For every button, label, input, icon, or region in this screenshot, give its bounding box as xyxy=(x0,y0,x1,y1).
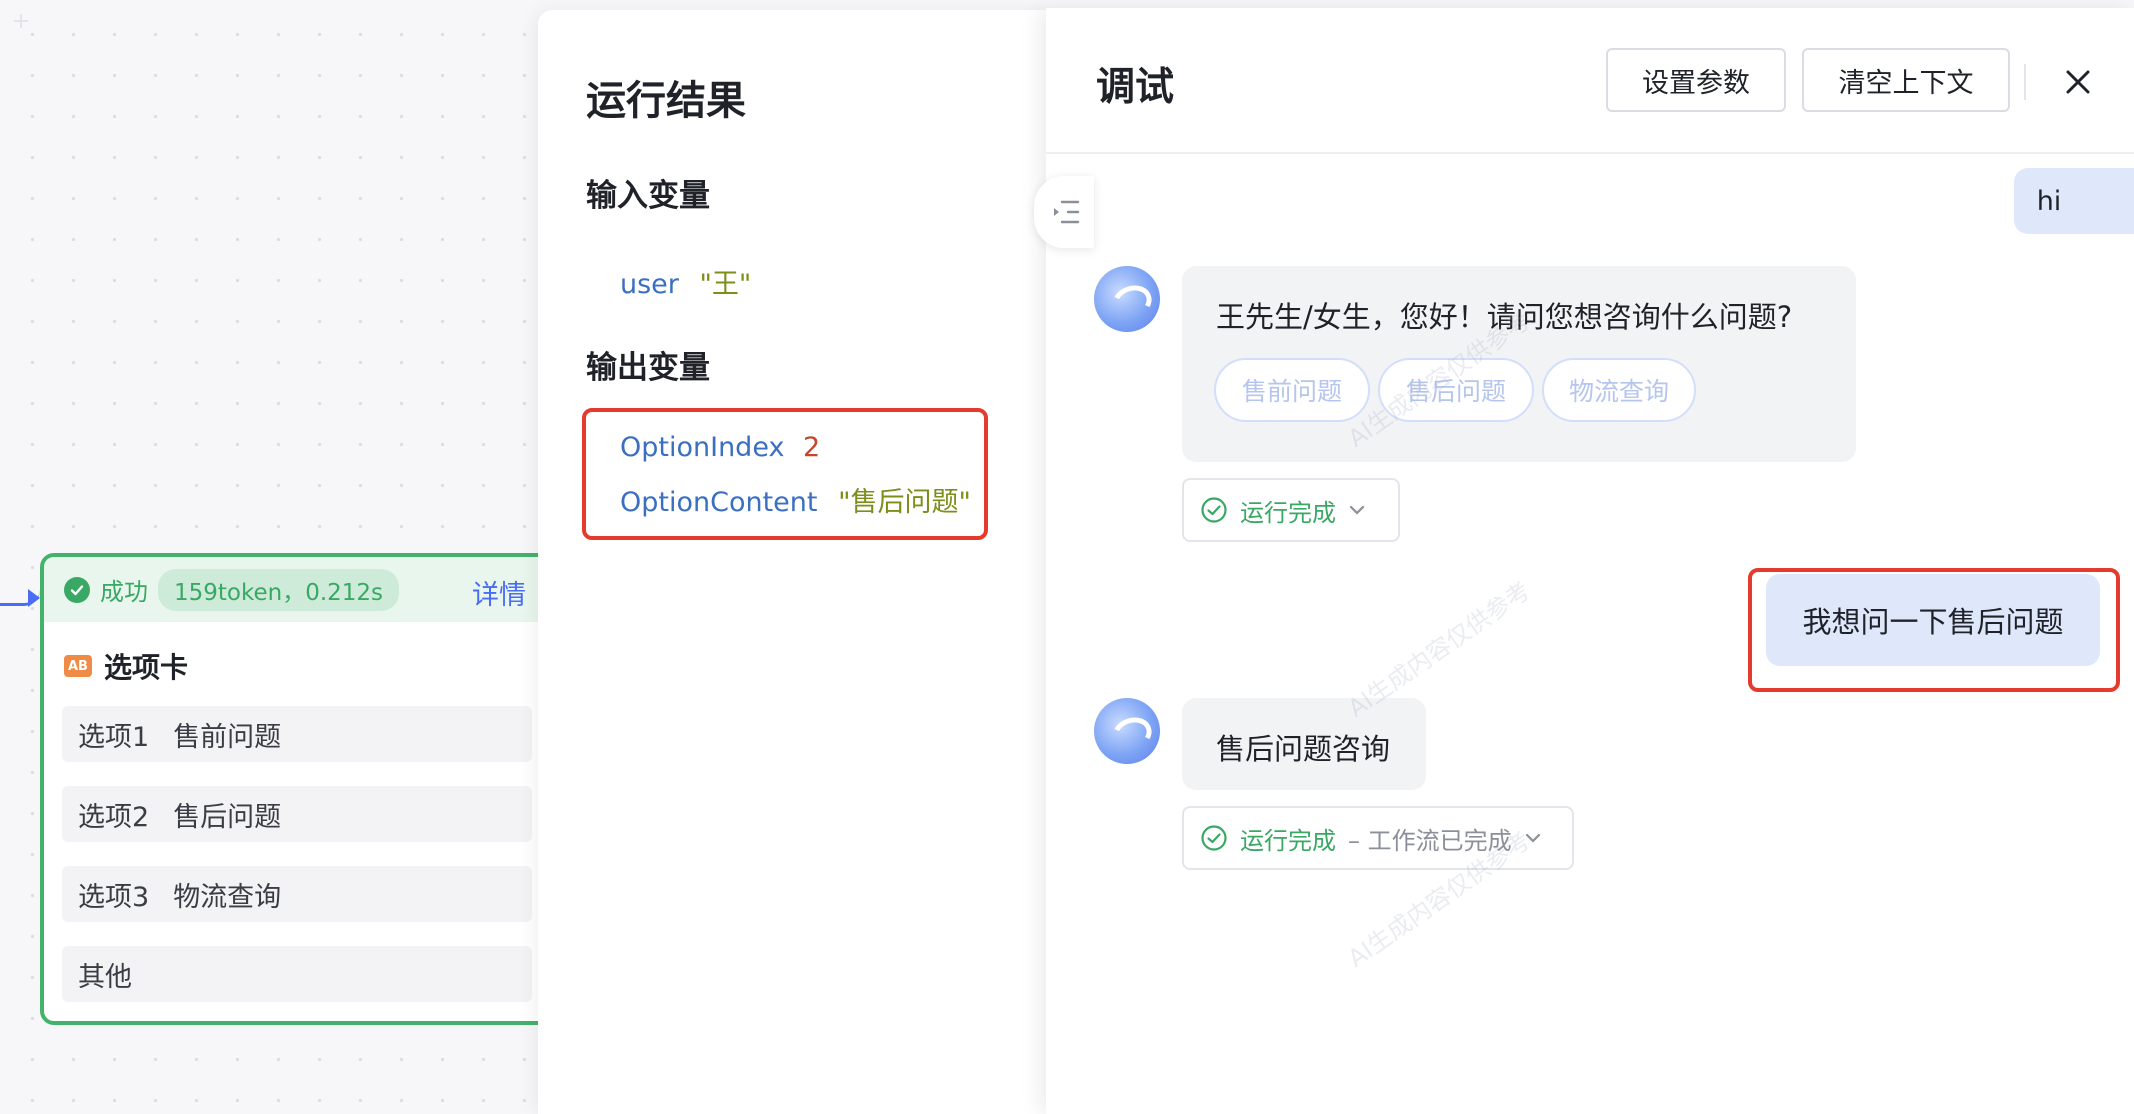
node-detail-link[interactable]: 详情 xyxy=(472,573,526,612)
close-icon[interactable] xyxy=(2060,64,2096,100)
option-node[interactable]: 成功 159token，0.212s 详情 AB 选项卡 选项1 售前问题 选项… xyxy=(40,553,560,1025)
clear-context-button[interactable]: 清空上下文 xyxy=(1802,48,2010,112)
node-option-row: 选项3 物流查询 xyxy=(62,866,532,922)
input-variable-row: user "王" xyxy=(620,262,751,301)
quick-reply-chip[interactable]: 售后问题 xyxy=(1378,358,1534,422)
bot-avatar xyxy=(1094,698,1160,764)
option-value: 售前问题 xyxy=(173,721,282,753)
node-option-row: 选项1 售前问题 xyxy=(62,706,532,762)
run-status-dropdown[interactable]: 运行完成 xyxy=(1182,478,1400,542)
run-status-dropdown[interactable]: 运行完成 – 工作流已完成 xyxy=(1182,806,1574,870)
node-status-bar: 成功 159token，0.212s 详情 xyxy=(44,557,556,622)
quick-reply-chip[interactable]: 售前问题 xyxy=(1214,358,1370,422)
bot-avatar xyxy=(1094,266,1160,332)
output-variables-heading: 输出变量 xyxy=(586,350,710,386)
panel-toggle-button[interactable] xyxy=(1034,176,1094,248)
node-header: AB 选项卡 xyxy=(44,622,556,686)
check-circle-icon xyxy=(1201,497,1227,523)
bot-message-text: 王先生/女生，您好！请问您想咨询什么问题? xyxy=(1216,300,1793,334)
bot-message-bubble: 王先生/女生，您好！请问您想咨询什么问题? 售前问题 售后问题 物流查询 xyxy=(1182,266,1856,462)
set-params-button[interactable]: 设置参数 xyxy=(1606,48,1786,112)
node-option-list: 选项1 售前问题 选项2 售后问题 选项3 物流查询 其他 xyxy=(44,706,556,1002)
user-message-text: hi xyxy=(2036,185,2062,217)
node-option-row: 其他 xyxy=(62,946,532,1002)
run-result-panel: 运行结果 输入变量 user "王" 输出变量 OptionIndex 2 Op… xyxy=(538,10,1048,1114)
edge-arrow-icon xyxy=(28,589,40,607)
option-label: 其他 xyxy=(78,961,132,993)
node-option-row: 选项2 售后问题 xyxy=(62,786,532,842)
option-value: 售后问题 xyxy=(173,801,282,833)
option-label: 选项3 xyxy=(78,881,150,913)
node-title: 选项卡 xyxy=(104,651,189,684)
variable-value: "王" xyxy=(699,269,752,300)
option-value: 物流查询 xyxy=(173,881,282,913)
message-highlight-box xyxy=(1748,568,2120,692)
node-status-text: 成功 xyxy=(100,578,148,606)
debug-header: 调试 设置参数 清空上下文 xyxy=(1046,8,2134,154)
workflow-canvas[interactable]: 成功 159token，0.212s 详情 AB 选项卡 选项1 售前问题 选项… xyxy=(0,0,560,1114)
user-message-bubble: hi xyxy=(2014,168,2134,234)
chevron-down-icon xyxy=(1525,833,1540,843)
header-divider xyxy=(2024,64,2026,100)
bot-message-bubble: 售后问题咨询 xyxy=(1182,698,1426,790)
run-status-detail: – 工作流已完成 xyxy=(1348,826,1512,855)
quick-reply-chip[interactable]: 物流查询 xyxy=(1542,358,1696,422)
run-result-title: 运行结果 xyxy=(586,78,746,124)
debug-panel: 调试 设置参数 清空上下文 xyxy=(1046,8,2134,1114)
option-label: 选项2 xyxy=(78,801,150,833)
output-highlight-box xyxy=(582,408,988,540)
bot-message-text: 售后问题咨询 xyxy=(1216,732,1391,766)
list-collapse-icon xyxy=(1054,200,1080,224)
chevron-down-icon xyxy=(1349,505,1365,515)
option-card-icon: AB xyxy=(64,655,92,677)
check-circle-icon xyxy=(1201,825,1227,851)
run-status-text: 运行完成 xyxy=(1240,498,1336,527)
debug-title: 调试 xyxy=(1096,65,1175,110)
node-stats-badge: 159token，0.212s xyxy=(158,568,400,611)
option-label: 选项1 xyxy=(78,721,150,753)
run-status-text: 运行完成 xyxy=(1240,826,1336,855)
variable-key: user xyxy=(620,269,679,300)
success-check-icon xyxy=(64,576,90,603)
input-variables-heading: 输入变量 xyxy=(586,178,710,214)
